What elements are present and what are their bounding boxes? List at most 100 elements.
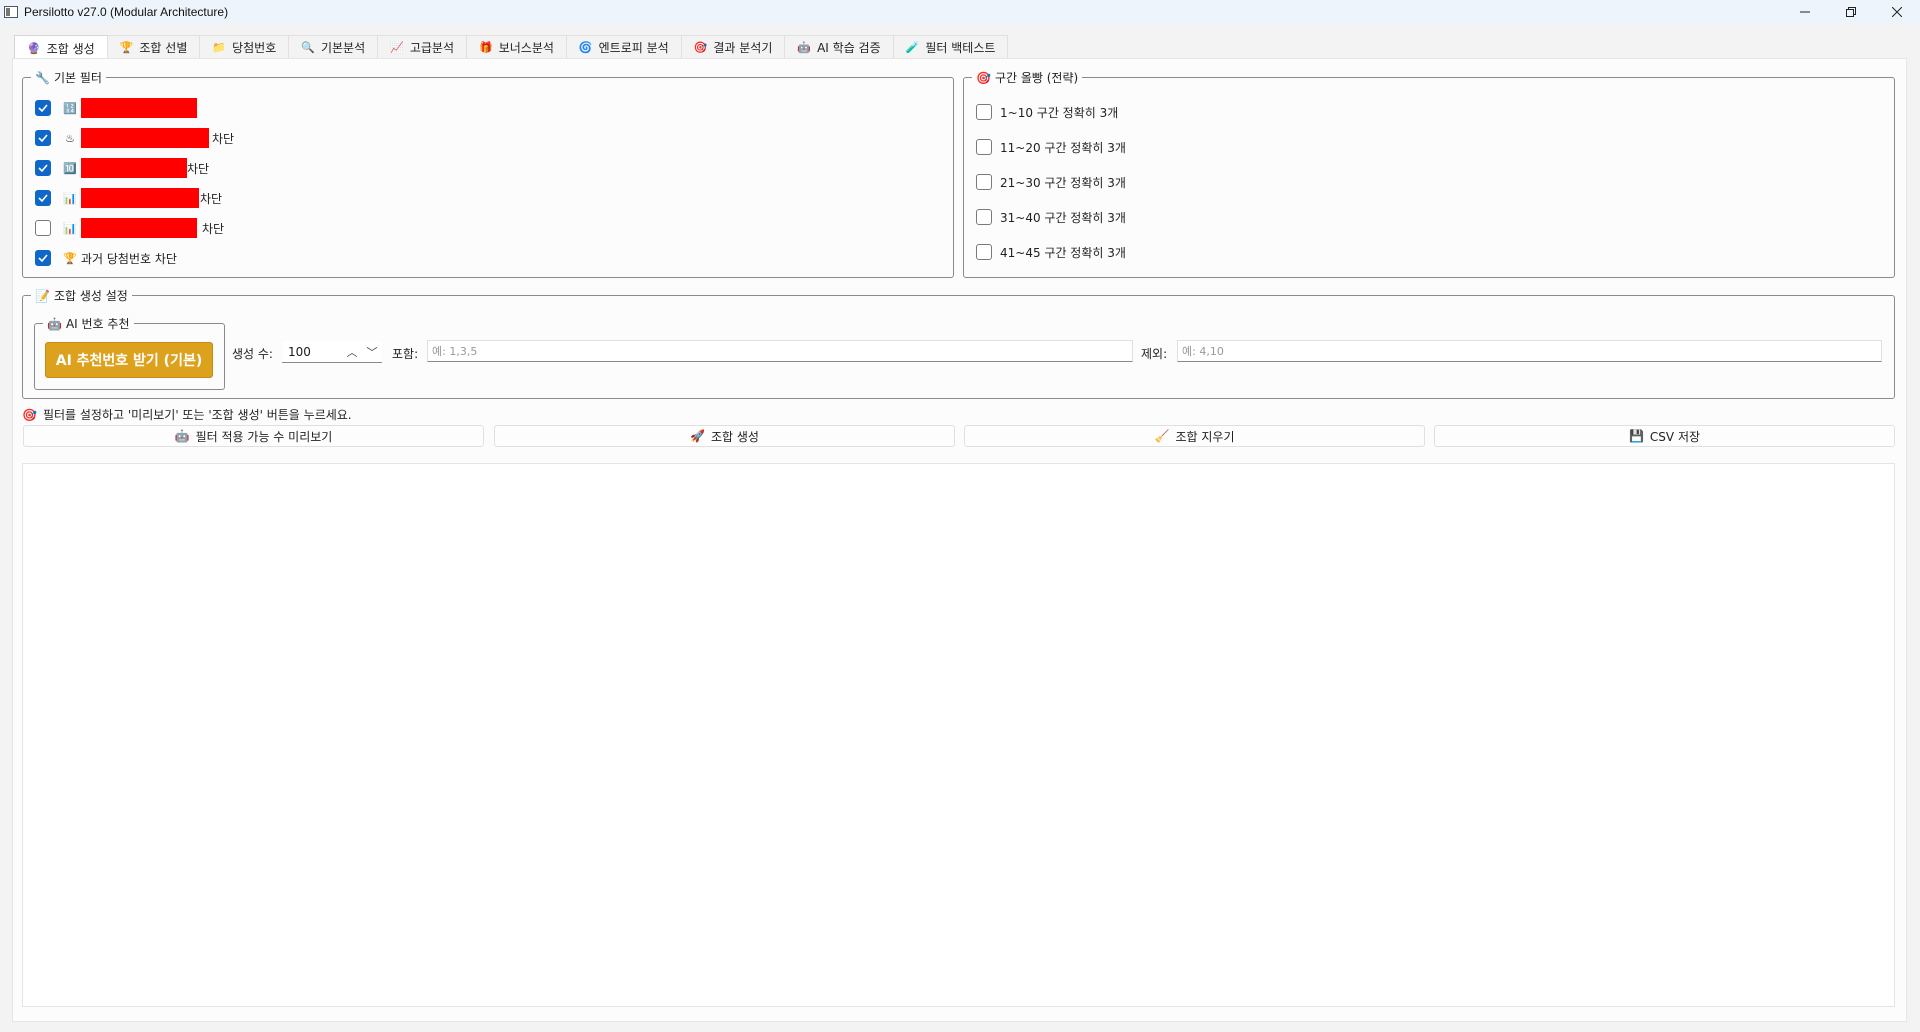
tab-label: 보너스분석 xyxy=(498,41,554,55)
tab-filter-backtest[interactable]: 🧪 필터 백테스트 xyxy=(892,35,1009,59)
results-area[interactable] xyxy=(22,463,1895,1007)
test-tube-icon: 🧪 xyxy=(905,41,920,54)
window-controls xyxy=(1782,0,1920,24)
trophy-icon: 🏆 xyxy=(119,41,134,54)
gift-icon: 🎁 xyxy=(479,41,493,54)
range-checkbox[interactable] xyxy=(976,209,992,225)
memo-icon: 📝 xyxy=(35,288,50,303)
minimize-icon xyxy=(1800,11,1810,13)
range-label: 31~40 구간 정확히 3개 xyxy=(1000,210,1126,225)
tab-label: 결과 분석기 xyxy=(713,41,773,55)
filter-checkbox[interactable] xyxy=(35,100,51,116)
tab-entropy-analysis[interactable]: 🌀 엔트로피 분석 xyxy=(565,35,682,59)
app-icon xyxy=(4,6,18,18)
redacted-label xyxy=(81,98,197,118)
chevron-down-icon[interactable]: ﹀ xyxy=(362,344,382,360)
filter-row[interactable]: ♨ 차단 xyxy=(35,128,234,148)
generate-button[interactable]: 🚀 조합 생성 xyxy=(494,425,955,447)
tab-ai-validation[interactable]: 🤖 AI 학습 검증 xyxy=(784,35,894,59)
exclude-input[interactable]: 예: 4,10 xyxy=(1177,340,1882,362)
tab-result-analyzer[interactable]: 🎯 결과 분석기 xyxy=(680,35,786,59)
robot-icon: 🤖 xyxy=(47,316,62,331)
range-strategy-title: 🎯 구간 올빵 (전략) xyxy=(972,69,1083,86)
redacted-label xyxy=(81,158,187,178)
tab-label: AI 학습 검증 xyxy=(817,41,881,55)
rocket-icon: 🚀 xyxy=(690,429,705,443)
range-checkbox[interactable] xyxy=(976,174,992,190)
count-label: 생성 수: xyxy=(232,347,273,361)
clear-button-label: 조합 지우기 xyxy=(1175,429,1235,444)
include-input[interactable]: 예: 1,3,5 xyxy=(427,340,1133,362)
status-text: 필터를 설정하고 '미리보기' 또는 '조합 생성' 버튼을 누르세요. xyxy=(42,408,352,422)
tab-label: 조합 생성 xyxy=(46,41,95,56)
wrench-icon: 🔧 xyxy=(35,70,50,85)
generation-settings-title: 📝 조합 생성 설정 xyxy=(31,287,132,304)
filter-checkbox[interactable] xyxy=(35,250,51,266)
check-icon xyxy=(38,134,48,143)
range-row[interactable]: 21~30 구간 정확히 3개 xyxy=(976,172,1126,192)
ai-recommend-title: 🤖 AI 번호 추천 xyxy=(43,315,134,332)
trophy-icon: 🏆 xyxy=(63,251,77,265)
tab-winning-numbers[interactable]: 📁 당첨번호 xyxy=(199,35,290,59)
range-checkbox[interactable] xyxy=(976,104,992,120)
save-csv-button[interactable]: 💾 CSV 저장 xyxy=(1434,425,1895,447)
chevron-up-icon[interactable]: ︿ xyxy=(342,344,362,360)
tab-generate[interactable]: 🔮 조합 생성 xyxy=(14,35,108,60)
filter-row[interactable]: 🔢 xyxy=(35,98,197,118)
tab-bonus-analysis[interactable]: 🎁 보너스분석 xyxy=(466,35,567,59)
tab-basic-analysis[interactable]: 🔍 기본분석 xyxy=(288,35,379,59)
ai-recommend-button[interactable]: AI 추천번호 받기 (기본) xyxy=(45,342,213,378)
filter-row[interactable]: 📊 차단 xyxy=(35,188,222,208)
filter-label-suffix: 차단 xyxy=(212,131,235,146)
redacted-label xyxy=(81,218,197,238)
save-csv-button-label: CSV 저장 xyxy=(1649,429,1701,444)
redacted-label xyxy=(81,128,209,148)
filter-checkbox[interactable] xyxy=(35,190,51,206)
filter-label-suffix: 차단 xyxy=(187,161,210,176)
robot-icon: 🤖 xyxy=(174,429,190,443)
range-row[interactable]: 1~10 구간 정확히 3개 xyxy=(976,102,1118,122)
target-icon: 🎯 xyxy=(976,70,991,85)
range-label: 21~30 구간 정확히 3개 xyxy=(1000,175,1126,190)
tab-bar: 🔮 조합 생성 🏆 조합 선별 📁 당첨번호 🔍 기본분석 📈 고급분석 🎁 보너스분석 🌀… xyxy=(14,35,1009,60)
filter-row[interactable]: 📊 차단 xyxy=(35,218,224,238)
range-checkbox[interactable] xyxy=(976,139,992,155)
close-icon xyxy=(1892,7,1902,17)
tab-label: 엔트로피 분석 xyxy=(598,41,669,55)
check-icon xyxy=(38,254,48,263)
filter-checkbox[interactable] xyxy=(35,130,51,146)
range-row[interactable]: 11~20 구간 정확히 3개 xyxy=(976,137,1126,157)
basic-filter-title: 🔧 기본 필터 xyxy=(31,69,106,86)
tab-select[interactable]: 🏆 조합 선별 xyxy=(106,35,201,59)
tab-label: 필터 백테스트 xyxy=(925,41,996,55)
filter-row[interactable]: 🏆 과거 당첨번호 차단 xyxy=(35,248,177,268)
numbers-icon: 🔢 xyxy=(63,101,77,115)
range-row[interactable]: 41~45 구간 정확히 3개 xyxy=(976,242,1126,262)
preview-button-label: 필터 적용 가능 수 미리보기 xyxy=(195,429,333,444)
filter-checkbox[interactable] xyxy=(35,160,51,176)
chart-icon: 📈 xyxy=(390,41,404,54)
range-row[interactable]: 31~40 구간 정확히 3개 xyxy=(976,207,1126,227)
count-spinbox[interactable]: 100 ︿ ﹀ xyxy=(282,341,382,363)
minimize-button[interactable] xyxy=(1782,0,1828,24)
close-button[interactable] xyxy=(1874,0,1920,24)
exclude-label: 제외: xyxy=(1141,347,1168,361)
range-checkbox[interactable] xyxy=(976,244,992,260)
clear-button[interactable]: 🧹 조합 지우기 xyxy=(964,425,1425,447)
range-strategy-group: 🎯 구간 올빵 (전략) 1~10 구간 정확히 3개 11~20 구간 정확히 … xyxy=(963,69,1895,278)
search-icon: 🔍 xyxy=(301,41,315,54)
range-label: 1~10 구간 정확히 3개 xyxy=(1000,105,1119,120)
filter-label-suffix: 차단 xyxy=(200,191,223,206)
filter-checkbox[interactable] xyxy=(35,220,51,236)
tab-advanced-analysis[interactable]: 📈 고급분석 xyxy=(377,35,467,59)
preview-button[interactable]: 🤖 필터 적용 가능 수 미리보기 xyxy=(23,425,484,447)
restore-button[interactable] xyxy=(1828,0,1874,24)
range-label: 41~45 구간 정확히 3개 xyxy=(1000,245,1126,260)
folder-icon: 📁 xyxy=(212,41,227,54)
filter-row[interactable]: 🔟 차단 xyxy=(35,158,209,178)
filter-label: 과거 당첨번호 차단 xyxy=(81,251,177,266)
tab-label: 기본분석 xyxy=(320,41,366,55)
keycap-ten-icon: 🔟 xyxy=(63,161,77,175)
filter-label-suffix: 차단 xyxy=(202,221,225,236)
range-label: 11~20 구간 정확히 3개 xyxy=(1000,140,1126,155)
